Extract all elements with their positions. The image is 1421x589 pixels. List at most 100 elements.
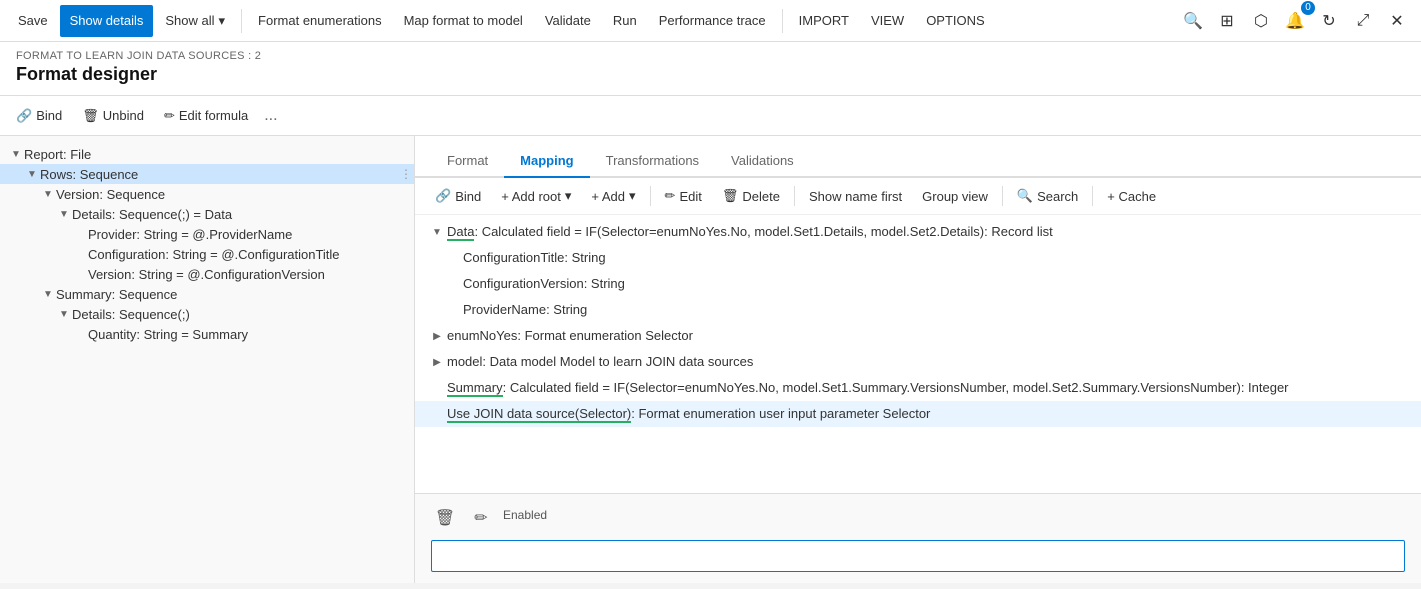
show-all-button[interactable]: Show all ▾ xyxy=(155,5,235,37)
search-map-button[interactable]: 🔍 Search xyxy=(1009,184,1086,208)
formula-input[interactable] xyxy=(431,540,1405,572)
notification-badge: 0 xyxy=(1301,1,1315,15)
more-options-button[interactable]: ... xyxy=(260,103,281,129)
mapping-item-text: Use JOIN data source(Selector): Format e… xyxy=(447,404,1413,424)
map-bind-button[interactable]: 🔗 Bind xyxy=(427,184,489,208)
mapping-item-text: ConfigurationVersion: String xyxy=(463,274,1413,294)
no-toggle-icon xyxy=(72,246,88,262)
edit-map-icon: ✏ xyxy=(665,188,676,204)
maximize-icon[interactable]: ⤢ xyxy=(1347,5,1379,37)
tree-item-label: Report: File xyxy=(24,147,414,162)
mapping-item[interactable]: ConfigurationVersion: String xyxy=(415,271,1421,297)
right-panel: Format Mapping Transformations Validatio… xyxy=(415,136,1421,583)
tree-item-label: Details: Sequence(;) = Data xyxy=(72,207,414,222)
mapping-item[interactable]: ProviderName: String xyxy=(415,297,1421,323)
tree-item[interactable]: Provider: String = @.ProviderName xyxy=(0,224,414,244)
chevron-down-icon: ▼ xyxy=(40,286,56,302)
close-icon[interactable]: ✕ xyxy=(1381,5,1413,37)
no-toggle-icon xyxy=(72,326,88,342)
tree-item-label: Provider: String = @.ProviderName xyxy=(88,227,414,242)
save-button[interactable]: Save xyxy=(8,5,58,37)
link-icon-map: 🔗 xyxy=(435,188,451,204)
mapping-item-text: model: Data model Model to learn JOIN da… xyxy=(447,352,1413,372)
bottom-section: 🗑 ✏ Enabled xyxy=(415,493,1421,583)
tree-item[interactable]: ▼Rows: Sequence⋮ xyxy=(0,164,414,184)
show-details-button[interactable]: Show details xyxy=(60,5,154,37)
bind-sub-button[interactable]: 🔗 Bind xyxy=(8,101,70,131)
tree-item[interactable]: Quantity: String = Summary xyxy=(0,324,414,344)
add-button[interactable]: + Add ▾ xyxy=(583,184,643,208)
mapping-content: ▼Data: Calculated field = IF(Selector=en… xyxy=(415,215,1421,493)
tree-item[interactable]: ▼Version: Sequence xyxy=(0,184,414,204)
refresh-icon[interactable]: ↻ xyxy=(1313,5,1345,37)
no-toggle-icon xyxy=(443,300,463,320)
grid-icon[interactable]: ⊞ xyxy=(1211,5,1243,37)
tree-item[interactable]: Version: String = @.ConfigurationVersion xyxy=(0,264,414,284)
bottom-label: Enabled xyxy=(503,508,547,522)
mapping-tree: ▼Data: Calculated field = IF(Selector=en… xyxy=(415,219,1421,427)
tab-format[interactable]: Format xyxy=(431,145,504,178)
breadcrumb: FORMAT TO LEARN JOIN DATA SOURCES : 2 xyxy=(16,50,1405,62)
format-tree: ▼Report: File▼Rows: Sequence⋮▼Version: S… xyxy=(0,144,414,344)
options-button[interactable]: OPTIONS xyxy=(916,5,995,37)
chevron-down-icon: ▼ xyxy=(8,146,24,162)
tree-item[interactable]: ▼Details: Sequence(;) = Data xyxy=(0,204,414,224)
mapping-toolbar: 🔗 Bind + Add root ▾ + Add ▾ ✏ Edit 🗑 Del… xyxy=(415,178,1421,215)
view-button[interactable]: VIEW xyxy=(861,5,914,37)
sub-toolbar: 🔗 Bind 🗑 Unbind ✏ Edit formula ... xyxy=(0,96,1421,136)
no-toggle-icon xyxy=(443,274,463,294)
mapping-item[interactable]: ▶model: Data model Model to learn JOIN d… xyxy=(415,349,1421,375)
search-toolbar-icon[interactable]: 🔍 xyxy=(1177,5,1209,37)
edit-bottom-button[interactable]: ✏ xyxy=(467,504,495,532)
mapping-item[interactable]: Summary: Calculated field = IF(Selector=… xyxy=(415,375,1421,401)
chevron-down-icon: ▼ xyxy=(427,222,447,242)
map-format-button[interactable]: Map format to model xyxy=(394,5,533,37)
no-toggle-icon xyxy=(72,266,88,282)
mapping-item[interactable]: ▼Data: Calculated field = IF(Selector=en… xyxy=(415,219,1421,245)
map-separator-4 xyxy=(1092,186,1093,206)
page-title: Format designer xyxy=(16,64,1405,85)
add-root-button[interactable]: + Add root ▾ xyxy=(493,184,579,208)
show-name-first-button[interactable]: Show name first xyxy=(801,185,910,208)
mapping-item[interactable]: ▶enumNoYes: Format enumeration Selector xyxy=(415,323,1421,349)
drag-handle-icon: ⋮ xyxy=(398,167,414,181)
edit-formula-button[interactable]: ✏ Edit formula xyxy=(156,101,256,131)
tree-item[interactable]: ▼Report: File xyxy=(0,144,414,164)
tree-item[interactable]: ▼Summary: Sequence xyxy=(0,284,414,304)
tab-transformations[interactable]: Transformations xyxy=(590,145,715,178)
chevron-down-icon: ▼ xyxy=(56,306,72,322)
tree-item[interactable]: ▼Details: Sequence(;) xyxy=(0,304,414,324)
validate-button[interactable]: Validate xyxy=(535,5,601,37)
tree-item-label: Version: Sequence xyxy=(56,187,414,202)
chevron-down-icon: ▾ xyxy=(219,13,226,29)
map-separator-2 xyxy=(794,186,795,206)
map-separator-1 xyxy=(650,186,651,206)
tree-item[interactable]: Configuration: String = @.ConfigurationT… xyxy=(0,244,414,264)
tree-item-label: Details: Sequence(;) xyxy=(72,307,414,322)
group-view-button[interactable]: Group view xyxy=(914,185,996,208)
mapping-item[interactable]: ConfigurationTitle: String xyxy=(415,245,1421,271)
pencil-icon: ✏ xyxy=(164,108,175,124)
no-toggle-icon xyxy=(427,404,447,424)
tab-validations[interactable]: Validations xyxy=(715,145,810,178)
unbind-button[interactable]: 🗑 Unbind xyxy=(74,101,152,131)
office-icon[interactable]: ⬡ xyxy=(1245,5,1277,37)
bottom-actions: 🗑 ✏ Enabled xyxy=(431,504,1405,532)
tab-mapping[interactable]: Mapping xyxy=(504,145,589,178)
format-enumerations-button[interactable]: Format enumerations xyxy=(248,5,392,37)
cache-button[interactable]: + Cache xyxy=(1099,185,1164,208)
mapping-item[interactable]: Use JOIN data source(Selector): Format e… xyxy=(415,401,1421,427)
chevron-down-icon: ▼ xyxy=(40,186,56,202)
delete-map-button[interactable]: 🗑 Delete xyxy=(714,184,788,208)
link-icon: 🔗 xyxy=(16,108,32,124)
separator-2 xyxy=(782,9,783,33)
mapping-item-text: ProviderName: String xyxy=(463,300,1413,320)
run-button[interactable]: Run xyxy=(603,5,647,37)
chevron-down-addroot-icon: ▾ xyxy=(565,188,572,204)
chevron-down-icon: ▼ xyxy=(56,206,72,222)
no-toggle-icon xyxy=(443,248,463,268)
delete-bottom-button[interactable]: 🗑 xyxy=(431,504,459,532)
edit-map-button[interactable]: ✏ Edit xyxy=(657,184,710,208)
performance-trace-button[interactable]: Performance trace xyxy=(649,5,776,37)
import-button[interactable]: IMPORT xyxy=(789,5,859,37)
